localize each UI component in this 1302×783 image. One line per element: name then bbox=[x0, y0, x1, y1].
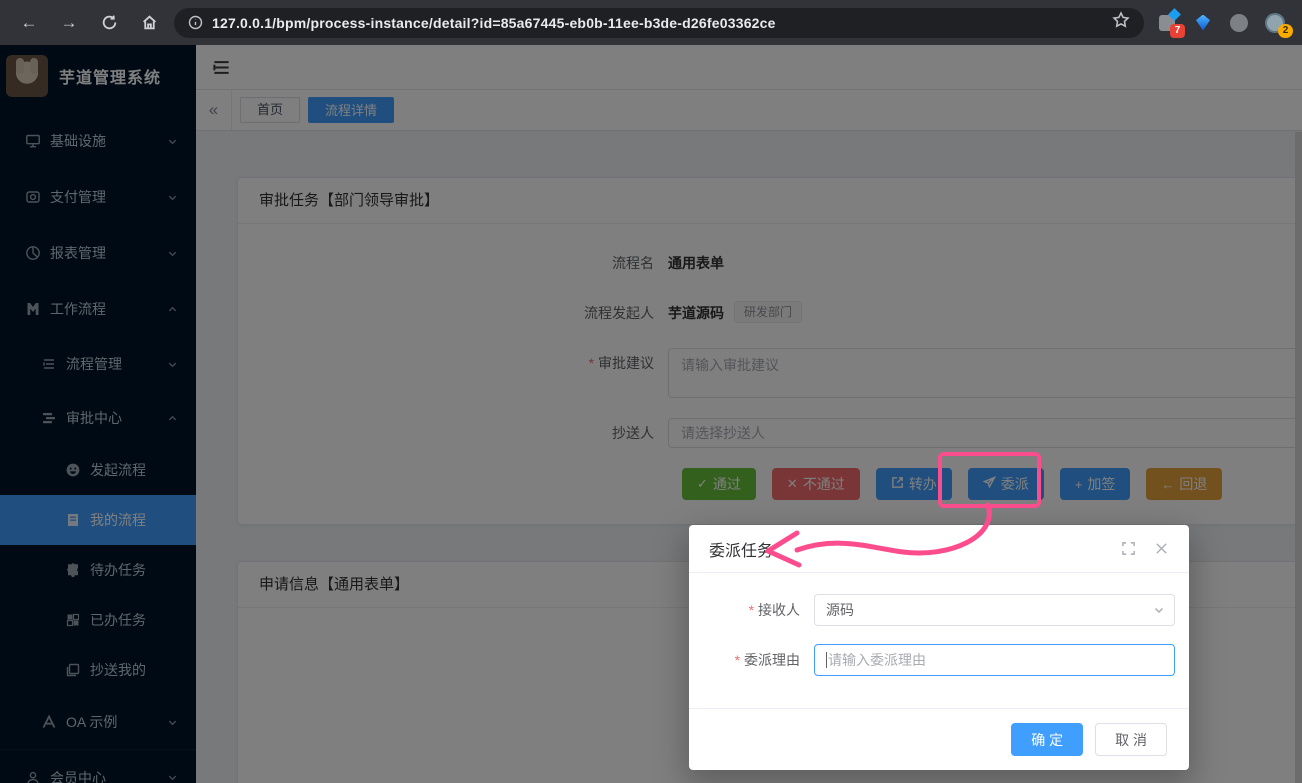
receiver-value: 源码 bbox=[826, 600, 854, 620]
browser-toolbar: ← → 127.0.0.1/bpm/process-instance/detai… bbox=[0, 0, 1302, 45]
browser-home-icon[interactable] bbox=[134, 8, 164, 38]
reason-placeholder: 请输入委派理由 bbox=[828, 650, 926, 670]
chevron-down-icon bbox=[1153, 604, 1165, 616]
browser-reload-icon[interactable] bbox=[94, 8, 124, 38]
extension-blocker-icon[interactable]: 7 bbox=[1156, 12, 1178, 34]
browser-back-icon[interactable]: ← bbox=[14, 8, 44, 38]
address-bar[interactable]: 127.0.0.1/bpm/process-instance/detail?id… bbox=[174, 8, 1144, 38]
extension-badge: 7 bbox=[1170, 24, 1185, 38]
receiver-select[interactable]: 源码 bbox=[814, 594, 1175, 626]
fullscreen-icon[interactable] bbox=[1121, 541, 1136, 556]
receiver-label: 接收人 bbox=[689, 600, 800, 620]
close-icon[interactable] bbox=[1154, 541, 1169, 556]
browser-forward-icon[interactable]: → bbox=[54, 8, 84, 38]
extension-settings-icon[interactable] bbox=[1228, 12, 1250, 34]
profile-badge: 2 bbox=[1278, 24, 1293, 38]
annotation-arrow bbox=[735, 495, 1005, 575]
site-info-icon[interactable] bbox=[188, 15, 203, 30]
reason-label: 委派理由 bbox=[689, 650, 800, 670]
reason-input[interactable]: 请输入委派理由 bbox=[814, 644, 1175, 676]
extension-balloon-icon[interactable] bbox=[1192, 12, 1214, 34]
browser-profile-avatar[interactable]: 2 bbox=[1264, 12, 1286, 34]
screenshot-root: ← → 127.0.0.1/bpm/process-instance/detai… bbox=[0, 0, 1302, 783]
bookmark-star-icon[interactable] bbox=[1112, 11, 1130, 34]
url-text[interactable]: 127.0.0.1/bpm/process-instance/detail?id… bbox=[212, 15, 776, 31]
confirm-button[interactable]: 确 定 bbox=[1011, 723, 1083, 756]
text-caret bbox=[826, 652, 827, 668]
dialog-footer: 确 定 取 消 bbox=[689, 708, 1189, 770]
cancel-button[interactable]: 取 消 bbox=[1095, 723, 1167, 756]
